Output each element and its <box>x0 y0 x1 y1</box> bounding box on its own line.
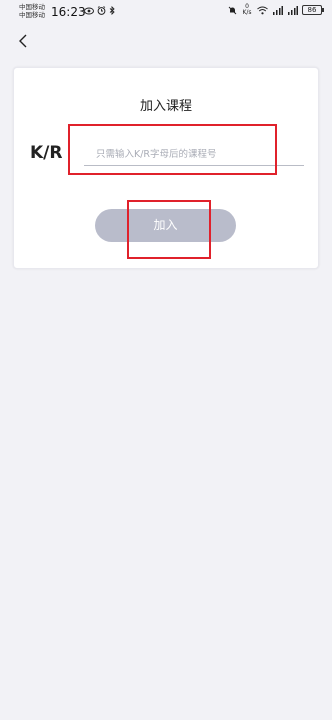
network-speed: 0 K/s <box>241 4 253 16</box>
highlight-box-input <box>68 124 277 175</box>
signal-icon-2 <box>288 5 298 15</box>
speed-unit: K/s <box>242 9 252 16</box>
eye-icon <box>84 7 94 14</box>
status-bar: 中国移动 中国移动 16:23 0 K/s 86 <box>0 0 332 26</box>
carrier-1: 中国移动 <box>19 3 45 11</box>
alarm-icon <box>97 6 106 15</box>
course-prefix-label: K/R <box>30 143 63 163</box>
signal-icon-1 <box>273 5 283 15</box>
highlight-box-button <box>127 200 211 259</box>
mute-icon <box>228 6 237 14</box>
status-icons-left <box>84 6 115 15</box>
status-time: 16:23 <box>51 5 86 19</box>
carrier-2: 中国移动 <box>19 11 45 19</box>
battery-indicator: 86 <box>302 5 324 15</box>
bluetooth-icon <box>109 6 115 15</box>
card-title: 加入课程 <box>139 99 192 114</box>
back-button[interactable] <box>12 30 34 52</box>
wifi-icon <box>257 6 268 14</box>
status-icons-right: 0 K/s 86 <box>228 4 324 16</box>
chevron-left-icon <box>19 34 27 48</box>
carrier-info: 中国移动 中国移动 <box>19 3 45 19</box>
